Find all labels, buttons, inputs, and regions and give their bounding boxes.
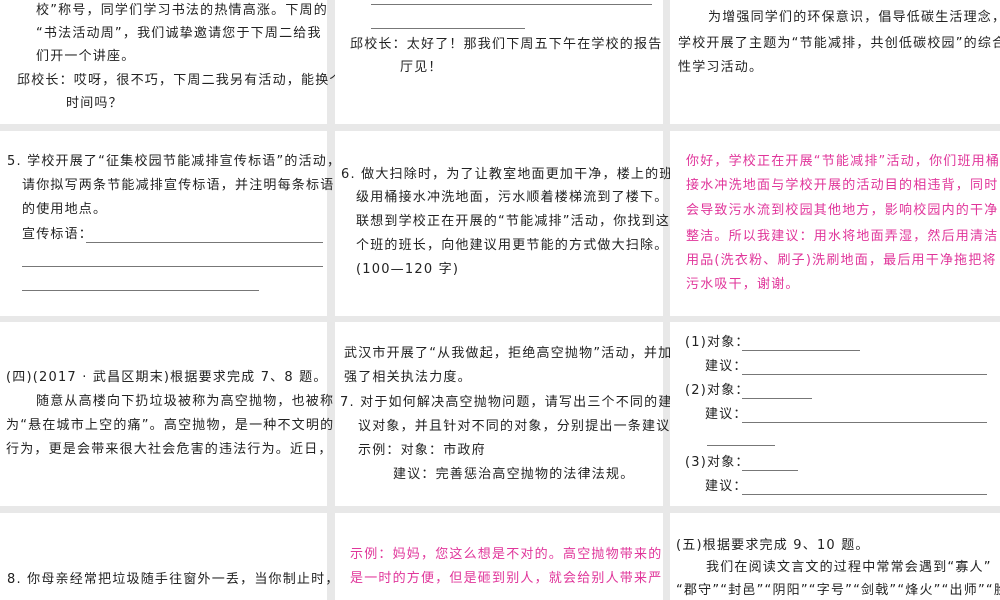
suggestion-label-1: 建议： xyxy=(705,359,748,374)
text-line: 强了相关执法力度。 xyxy=(344,370,472,385)
text-line: 们开一个讲座。 xyxy=(36,49,136,64)
target-blank-3[interactable] xyxy=(742,470,798,471)
question-text: 请你拟写两条节能减排宣传标语，并注明每条标语 xyxy=(22,178,335,193)
slogan-label: 宣传标语： xyxy=(22,227,94,242)
question-text: 个班的班长，向他建议用更节能的方式做大扫除。 xyxy=(356,238,669,253)
target-blank-2[interactable] xyxy=(742,398,812,399)
suggestion-label-3: 建议： xyxy=(705,479,748,494)
suggestion-blank-2[interactable] xyxy=(742,422,987,423)
answer-text: 用品(洗衣粉、刷子)洗刷地面，最后用干净拖把将 xyxy=(686,253,997,268)
question-text: 7. 对于如何解决高空抛物问题，请写出三个不同的建 xyxy=(340,395,673,410)
text-line: 邱校长：哎呀，很不巧，下周二我另有活动，能换个 xyxy=(17,73,344,88)
text-line: 校”称号，同学们学习书法的热情高涨。下周的 xyxy=(36,3,328,18)
answer-blank[interactable] xyxy=(371,4,652,5)
question-text: 的使用地点。 xyxy=(22,202,108,217)
answer-text: 整洁。所以我建议：用水将地面弄湿，然后用清洁 xyxy=(686,229,999,244)
text-line: 我们在阅读文言文的过程中常常会遇到“寡人” xyxy=(706,560,992,575)
text-line: 随意从高楼向下扔垃圾被称为高空抛物，也被称 xyxy=(36,394,335,409)
card-dialogue-part1: 校”称号，同学们学习书法的热情高涨。下周的 “书法活动周”，我们诚挚邀请您于下周… xyxy=(0,0,342,124)
question-text: 8. 你母亲经常把垃圾随手往窗外一丢，当你制止时， xyxy=(7,572,340,587)
text-line: 厅见！ xyxy=(400,60,443,75)
target-label-2: (2)对象： xyxy=(685,383,750,398)
answer-text: 你好，学校正在开展“节能减排”活动，你们班用桶 xyxy=(686,154,1000,169)
text-line: 学校开展了主题为“节能减排，共创低碳校园”的综合 xyxy=(678,36,1000,51)
target-label-3: (3)对象： xyxy=(685,455,750,470)
text-line: “郡守”“封邑”“阴阳”“字号”“剑戟”“烽火”“出师”“脍 xyxy=(676,583,1000,598)
text-line: 时间吗？ xyxy=(66,96,123,111)
answer-text: 污水吸干，谢谢。 xyxy=(686,277,800,292)
text-line: 为增强同学们的环保意识，倡导低碳生活理念， xyxy=(708,10,1000,25)
card-question-8: 8. 你母亲经常把垃圾随手往窗外一丢，当你制止时， xyxy=(0,513,338,600)
question-text: 联想到学校正在开展的“节能减排”活动，你找到这 xyxy=(356,214,671,229)
suggestion-label-2: 建议： xyxy=(705,407,748,422)
example-suggestion: 建议：完善惩治高空抛物的法律法规。 xyxy=(393,467,635,482)
card-answer-7-blanks: (1)对象： 建议： (2)对象： 建议： (3)对象： 建议： xyxy=(670,322,1000,506)
section-heading: (五)根据要求完成 9、10 题。 xyxy=(676,538,870,553)
example-target: 示例：对象：市政府 xyxy=(358,443,486,458)
slogan-blank[interactable] xyxy=(22,266,323,267)
suggestion-blank-2b[interactable] xyxy=(707,445,775,446)
target-label-1: (1)对象： xyxy=(685,335,750,350)
text-line: 行为，更是会带来很大社会危害的违法行为。近日， xyxy=(6,442,333,457)
word-count: (100—120 字) xyxy=(356,262,460,277)
text-line: 邱校长：太好了！那我们下周五下午在学校的报告 xyxy=(350,37,663,52)
text-line: 性学习活动。 xyxy=(678,60,764,75)
card-answer-6: 你好，学校正在开展“节能减排”活动，你们班用桶 接水冲洗地面与学校开展的活动目的… xyxy=(670,131,1000,316)
text-line: “书法活动周”，我们诚挚邀请您于下周二给我 xyxy=(36,26,322,41)
card-question-7: 武汉市开展了“从我做起，拒绝高空抛物”活动，并加 强了相关执法力度。 7. 对于… xyxy=(335,322,683,506)
suggestion-blank-3[interactable] xyxy=(742,494,987,495)
section-heading: (四)(2017 · 武昌区期末)根据要求完成 7、8 题。 xyxy=(6,370,328,385)
text-line: 为“悬在城市上空的痛”。高空抛物，是一种不文明的 xyxy=(6,418,335,433)
question-text: 6. 做大扫除时，为了让教室地面更加干净，楼上的班 xyxy=(341,167,674,182)
card-dialogue-part2: 邱校长：太好了！那我们下周五下午在学校的报告 厅见！ xyxy=(335,0,663,124)
question-text: 级用桶接水冲洗地面，污水顺着楼梯流到了楼下。 xyxy=(356,190,669,205)
answer-text: 是一时的方便，但是砸到别人，就会给别人带来严 xyxy=(350,571,663,586)
text-line: 武汉市开展了“从我做起，拒绝高空抛物”活动，并加 xyxy=(344,346,673,361)
answer-text: 会导致污水流到校园其他地方，影响校园内的干净 xyxy=(686,203,999,218)
answer-blank[interactable] xyxy=(371,28,525,29)
slogan-blank[interactable] xyxy=(22,290,259,291)
question-text: 议对象，并且针对不同的对象，分别提出一条建议。 xyxy=(358,419,685,434)
card-section-4-passage: (四)(2017 · 武昌区期末)根据要求完成 7、8 题。 随意从高楼向下扔垃… xyxy=(0,322,333,506)
card-question-6: 6. 做大扫除时，为了让教室地面更加干净，楼上的班 级用桶接水冲洗地面，污水顺着… xyxy=(335,131,672,316)
answer-text: 示例：妈妈，您这么想是不对的。高空抛物带来的 xyxy=(350,547,663,562)
card-question-5: 5. 学校开展了“征集校园节能减排宣传标语”的活动， 请你拟写两条节能减排宣传标… xyxy=(0,131,340,316)
card-answer-8: 示例：妈妈，您这么想是不对的。高空抛物带来的 是一时的方便，但是砸到别人，就会给… xyxy=(335,513,663,600)
slogan-blank[interactable] xyxy=(86,242,323,243)
suggestion-blank-1[interactable] xyxy=(742,374,987,375)
card-intro-passage: 为增强同学们的环保意识，倡导低碳生活理念， 学校开展了主题为“节能减排，共创低碳… xyxy=(670,0,1000,124)
card-section-5: (五)根据要求完成 9、10 题。 我们在阅读文言文的过程中常常会遇到“寡人” … xyxy=(670,513,1000,600)
question-text: 5. 学校开展了“征集校园节能减排宣传标语”的活动， xyxy=(7,154,342,169)
target-blank-1[interactable] xyxy=(742,350,860,351)
answer-text: 接水冲洗地面与学校开展的活动目的相违背，同时 xyxy=(686,178,999,193)
